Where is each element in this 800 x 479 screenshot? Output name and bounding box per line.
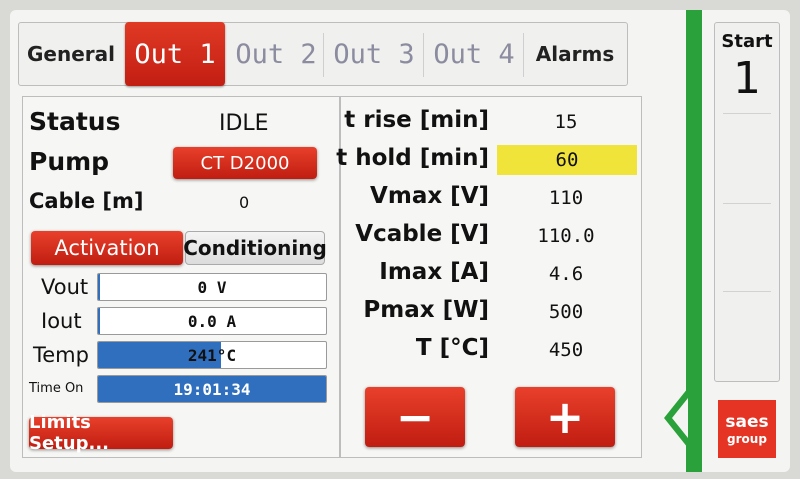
tab-divider bbox=[323, 33, 324, 77]
output-parameters-panel: t rise [min] 15 t hold [min] 60 Vmax [V]… bbox=[336, 96, 642, 458]
vmax-value[interactable]: 110 bbox=[501, 183, 631, 213]
iout-meter: 0.0 A bbox=[97, 307, 327, 335]
increment-button[interactable]: + bbox=[515, 387, 615, 447]
pump-select-button[interactable]: CT D2000 bbox=[173, 147, 317, 179]
pmax-label: Pmax [W] bbox=[363, 297, 489, 323]
start-label: Start bbox=[721, 31, 773, 52]
side-divider bbox=[723, 113, 771, 114]
imax-value[interactable]: 4.6 bbox=[501, 259, 631, 289]
tab-bar: General Out 1 Out 2 Out 3 Out 4 Alarms bbox=[18, 22, 628, 86]
temperature-setpoint-label: T [°C] bbox=[415, 335, 489, 361]
side-divider bbox=[723, 203, 771, 204]
tab-out-2[interactable]: Out 2 bbox=[229, 23, 323, 85]
time-on-label: Time On bbox=[29, 381, 84, 396]
output-active-indicator bbox=[686, 10, 702, 472]
t-rise-value[interactable]: 15 bbox=[501, 107, 631, 137]
tab-out-1[interactable]: Out 1 bbox=[125, 22, 225, 86]
time-on-value: 19:01:34 bbox=[173, 379, 251, 399]
temp-value: 241°C bbox=[187, 345, 237, 365]
temperature-setpoint-value[interactable]: 450 bbox=[501, 335, 631, 365]
cable-value: 0 bbox=[239, 193, 250, 212]
tab-general[interactable]: General bbox=[19, 23, 123, 85]
vcable-label: Vcable [V] bbox=[355, 221, 489, 247]
vout-label: Vout bbox=[41, 275, 89, 299]
activation-button[interactable]: Activation bbox=[31, 231, 183, 265]
side-divider bbox=[723, 291, 771, 292]
tab-divider bbox=[423, 33, 424, 77]
tab-out-3[interactable]: Out 3 bbox=[325, 23, 423, 85]
t-rise-label: t rise [min] bbox=[344, 107, 489, 133]
vmax-label: Vmax [V] bbox=[370, 183, 489, 209]
tab-divider bbox=[523, 33, 524, 77]
t-hold-value[interactable]: 60 bbox=[497, 145, 637, 175]
vcable-value[interactable]: 110.0 bbox=[501, 221, 631, 251]
output-status-panel: Status IDLE Pump CT D2000 Cable [m] 0 Ac… bbox=[22, 96, 340, 458]
pump-label: Pump bbox=[29, 147, 110, 176]
t-hold-label: t hold [min] bbox=[336, 145, 489, 171]
iout-label: Iout bbox=[41, 309, 82, 333]
decrement-button[interactable]: − bbox=[365, 387, 465, 447]
time-on-meter: 19:01:34 bbox=[97, 375, 327, 403]
pmax-value[interactable]: 500 bbox=[501, 297, 631, 327]
tab-alarms[interactable]: Alarms bbox=[525, 23, 625, 85]
vout-value: 0 V bbox=[197, 277, 227, 297]
conditioning-button[interactable]: Conditioning bbox=[183, 231, 327, 265]
limits-setup-button[interactable]: Limits Setup... bbox=[29, 412, 173, 454]
vout-meter: 0 V bbox=[97, 273, 327, 301]
saes-group-logo: saes group bbox=[718, 400, 776, 458]
selected-output-pointer-inner bbox=[672, 398, 688, 438]
status-label: Status bbox=[29, 107, 121, 136]
start-output-number: 1 bbox=[733, 53, 761, 104]
temp-label: Temp bbox=[33, 343, 89, 367]
tab-out-4[interactable]: Out 4 bbox=[425, 23, 523, 85]
start-panel[interactable]: Start 1 bbox=[714, 22, 780, 382]
cable-label: Cable [m] bbox=[29, 189, 144, 213]
status-value: IDLE bbox=[219, 111, 269, 136]
temp-meter: 241°C bbox=[97, 341, 327, 369]
iout-value: 0.0 A bbox=[187, 311, 237, 331]
imax-label: Imax [A] bbox=[379, 259, 489, 285]
